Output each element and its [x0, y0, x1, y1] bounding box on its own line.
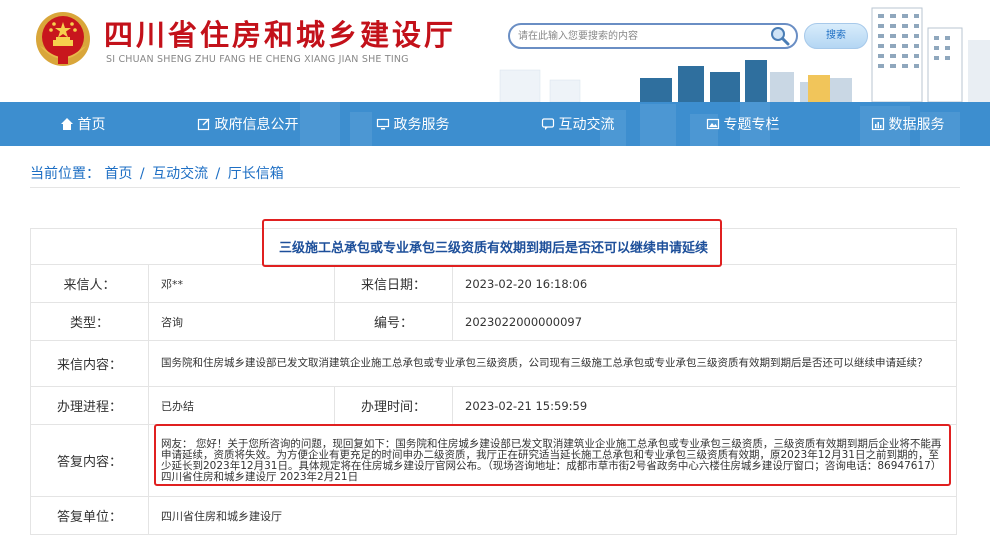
main-nav: 首页 政府信息公开 政务服务 互动交流 专题专栏 数据服务 [0, 102, 990, 146]
nav-data-service[interactable]: 数据服务 [825, 102, 990, 146]
breadcrumb-divider [30, 187, 960, 188]
nav-gov-service[interactable]: 政务服务 [330, 102, 495, 146]
nav-gov-service-label: 政务服务 [393, 117, 450, 133]
breadcrumb-mailbox-link[interactable]: 厅长信箱 [228, 166, 284, 182]
nav-special-topics-label: 专题专栏 [723, 117, 780, 133]
nav-home-label: 首页 [77, 117, 106, 133]
number-label: 编号： [334, 302, 453, 341]
nav-gov-info[interactable]: 政府信息公开 [165, 102, 330, 146]
city-skyline-decoration [499, 7, 990, 102]
handle-time-label: 办理时间： [334, 386, 453, 425]
reply-unit-value: 四川省住房和城乡建设厅 [148, 496, 957, 535]
site-title: 四川省住房和城乡建设厅 [104, 18, 457, 52]
breadcrumb-interaction-link[interactable]: 互动交流 [152, 166, 208, 182]
breadcrumb-separator: / [139, 166, 145, 182]
progress-value: 已办结 [148, 386, 335, 425]
reply-highlight-box [154, 424, 951, 486]
content-value: 国务院和住房城乡建设部已发文取消建筑企业施工总承包或专业承包三级资质，公司现有三… [148, 340, 957, 387]
type-label: 类型： [30, 302, 149, 341]
progress-label: 办理进程： [30, 386, 149, 425]
table-row: 办理进程： 已办结 办理时间： 2023-02-21 15:59:59 [30, 386, 957, 425]
nav-home[interactable]: 首页 [0, 102, 165, 146]
breadcrumb-home-link[interactable]: 首页 [104, 166, 132, 182]
letter-detail-table: 三级施工总承包或专业承包三级资质有效期到期后是否还可以继续申请延续 来信人： 邓… [30, 228, 957, 535]
image-icon [706, 118, 719, 130]
number-value: 2023022000000097 [452, 302, 957, 341]
breadcrumb-separator: / [215, 166, 221, 182]
handle-time-value: 2023-02-21 15:59:59 [452, 386, 957, 425]
reply-unit-label: 答复单位： [30, 496, 149, 535]
nav-interaction-label: 互动交流 [558, 117, 615, 133]
table-row: 答复单位： 四川省住房和城乡建设厅 [30, 496, 957, 535]
chat-icon [541, 118, 554, 130]
reply-label: 答复内容： [30, 424, 149, 497]
sender-label: 来信人： [30, 264, 149, 303]
search-button[interactable]: 搜索 [804, 23, 868, 49]
title-highlight-box [262, 219, 722, 267]
site-header: 四川省住房和城乡建设厅 SI CHUAN SHENG ZHU FANG HE C… [0, 0, 990, 102]
content-label: 来信内容： [30, 340, 149, 387]
nav-data-service-label: 数据服务 [888, 117, 945, 133]
home-icon [60, 118, 73, 130]
date-label: 来信日期： [334, 264, 453, 303]
table-row: 来信内容： 国务院和住房城乡建设部已发文取消建筑企业施工总承包或专业承包三级资质… [30, 340, 957, 387]
type-value: 咨询 [148, 302, 335, 341]
nav-gov-info-label: 政府信息公开 [214, 117, 299, 133]
search-box [508, 23, 798, 49]
national-emblem-icon [36, 12, 90, 66]
table-row: 来信人： 邓** 来信日期： 2023-02-20 16:18:06 [30, 264, 957, 303]
monitor-icon [376, 118, 389, 130]
date-value: 2023-02-20 16:18:06 [452, 264, 957, 303]
site-subtitle: SI CHUAN SHENG ZHU FANG HE CHENG XIANG J… [106, 54, 409, 65]
edit-icon [197, 118, 209, 131]
sender-value: 邓** [148, 264, 335, 303]
search-input[interactable] [518, 27, 768, 45]
nav-interaction[interactable]: 互动交流 [495, 102, 660, 146]
chart-icon [871, 117, 884, 131]
nav-special-topics[interactable]: 专题专栏 [660, 102, 825, 146]
breadcrumb-prefix: 当前位置： [30, 166, 100, 182]
breadcrumb: 当前位置： 首页 / 互动交流 / 厅长信箱 [30, 163, 284, 183]
table-row: 类型： 咨询 编号： 2023022000000097 [30, 302, 957, 341]
search-icon[interactable] [770, 26, 790, 46]
